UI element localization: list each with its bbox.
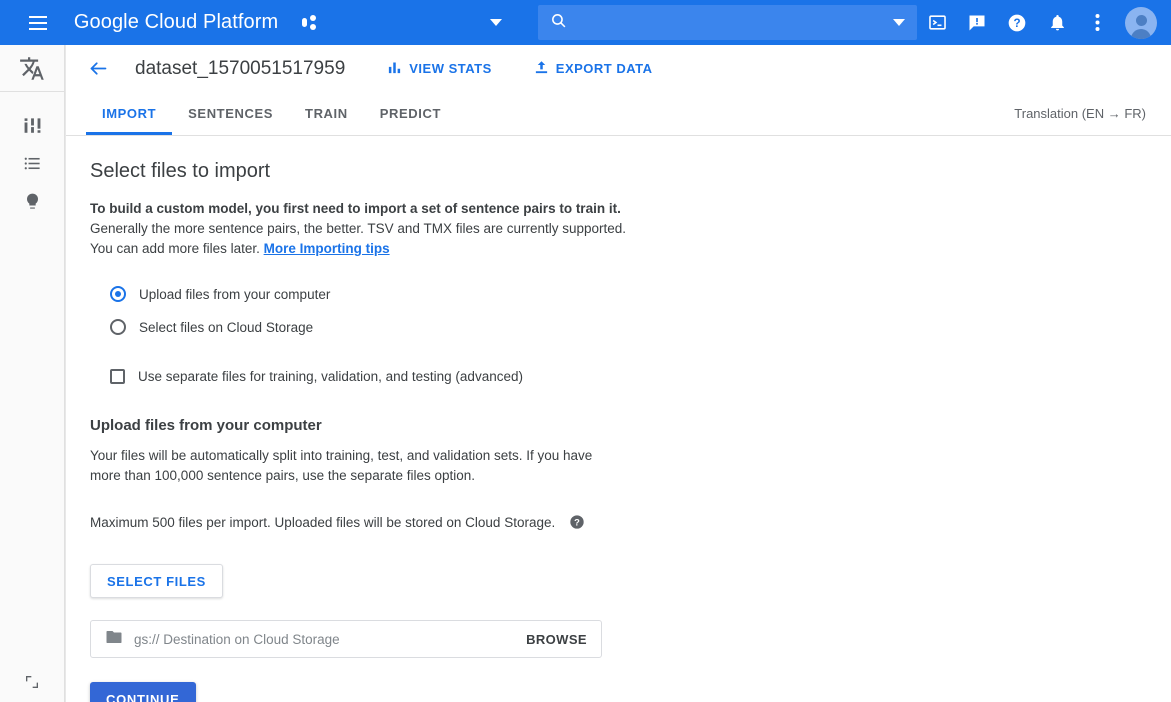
translate-icon[interactable] — [0, 45, 64, 92]
select-files-button[interactable]: SELECT FILES — [90, 564, 223, 598]
help-circle-icon[interactable]: ? — [569, 514, 585, 530]
hamburger-menu-icon[interactable] — [14, 0, 62, 45]
rail-item-list — [0, 92, 64, 220]
continue-button[interactable]: CONTINUE — [90, 682, 196, 702]
svg-text:?: ? — [574, 517, 580, 527]
page-heading: Select files to import — [90, 160, 1171, 183]
browse-button[interactable]: BROWSE — [526, 632, 587, 647]
description-line-3: You can add more files later. More Impor… — [90, 239, 1171, 259]
radio-select-cloud-storage[interactable]: Select files on Cloud Storage — [110, 314, 1171, 340]
search-icon — [550, 12, 567, 34]
search-input[interactable] — [577, 15, 893, 31]
max-files-note: Maximum 500 files per import. Uploaded f… — [90, 514, 1171, 530]
upload-icon — [534, 60, 549, 78]
avatar-head — [1136, 15, 1147, 26]
search-bar[interactable] — [538, 5, 917, 40]
description-line-2: Generally the more sentence pairs, the b… — [90, 219, 1171, 239]
back-arrow-icon[interactable] — [86, 57, 110, 81]
brand-title[interactable]: Google Cloud Platform — [74, 11, 278, 34]
tab-import[interactable]: IMPORT — [86, 92, 172, 135]
section-heading: Upload files from your computer — [90, 417, 1171, 434]
tab-sentences[interactable]: SENTENCES — [172, 92, 289, 135]
view-stats-button[interactable]: VIEW STATS — [387, 60, 492, 78]
view-stats-label: VIEW STATS — [409, 61, 492, 76]
more-options-icon[interactable] — [1077, 0, 1117, 45]
description-line-3-text: You can add more files later. — [90, 241, 264, 256]
radio-select-cloud-storage-control[interactable] — [110, 319, 126, 335]
top-app-bar: Google Cloud Platform — [0, 0, 1171, 45]
feedback-icon[interactable] — [957, 0, 997, 45]
bar-chart-icon — [387, 60, 402, 78]
avatar-body — [1131, 29, 1151, 39]
project-selector-icon[interactable] — [300, 13, 320, 33]
radio-upload-from-computer-label: Upload files from your computer — [139, 287, 330, 302]
project-dot — [310, 15, 316, 21]
section-paragraph-line-1: Your files will be automatically split i… — [90, 446, 1171, 466]
export-data-button[interactable]: EXPORT DATA — [534, 60, 653, 78]
tab-bar: IMPORT SENTENCES TRAIN PREDICT Translati… — [66, 92, 1171, 136]
project-dot — [302, 18, 307, 27]
avatar[interactable] — [1117, 7, 1157, 39]
collapse-arrow-icon[interactable] — [0, 662, 64, 702]
topbar-icon-group: ? — [917, 0, 1171, 45]
gcs-destination-placeholder[interactable]: gs:// Destination on Cloud Storage — [134, 632, 526, 647]
project-dropdown-caret-icon[interactable] — [490, 19, 502, 26]
sidebar-item-datasets[interactable] — [0, 144, 64, 182]
main-panel: Select files to import To build a custom… — [66, 136, 1171, 702]
tab-train[interactable]: TRAIN — [289, 92, 364, 135]
description-line-1: To build a custom model, you first need … — [90, 199, 1171, 219]
checkbox-separate-files-label: Use separate files for training, validat… — [138, 369, 523, 384]
hamburger-line — [29, 22, 47, 24]
tab-predict[interactable]: PREDICT — [364, 92, 457, 135]
gcs-destination-field[interactable]: gs:// Destination on Cloud Storage BROWS… — [90, 620, 602, 658]
page-header: dataset_1570051517959 VIEW STATS EXPORT … — [66, 45, 1171, 92]
folder-icon — [105, 628, 123, 651]
description-block: To build a custom model, you first need … — [90, 199, 1171, 259]
max-files-note-text: Maximum 500 files per import. Uploaded f… — [90, 515, 555, 530]
hamburger-line — [29, 28, 47, 30]
section-paragraph-line-2: more than 100,000 sentence pairs, use th… — [90, 466, 1171, 486]
more-importing-tips-link[interactable]: More Importing tips — [264, 241, 390, 256]
checkbox-separate-files[interactable]: Use separate files for training, validat… — [110, 363, 1171, 389]
export-data-label: EXPORT DATA — [556, 61, 653, 76]
content-area: dataset_1570051517959 VIEW STATS EXPORT … — [65, 45, 1171, 702]
left-rail — [0, 45, 65, 702]
radio-select-cloud-storage-label: Select files on Cloud Storage — [139, 320, 313, 335]
avatar-circle[interactable] — [1125, 7, 1157, 39]
page-title: dataset_1570051517959 — [135, 58, 345, 80]
svg-text:?: ? — [1013, 17, 1020, 30]
sidebar-item-dashboard[interactable] — [0, 106, 64, 144]
cloud-shell-icon[interactable] — [917, 0, 957, 45]
section-paragraph: Your files will be automatically split i… — [90, 446, 1171, 486]
radio-upload-from-computer[interactable]: Upload files from your computer — [110, 281, 1171, 307]
search-dropdown-caret-icon[interactable] — [893, 19, 905, 26]
sidebar-item-tips[interactable] — [0, 182, 64, 220]
project-dot — [310, 24, 316, 30]
hamburger-line — [29, 16, 47, 18]
radio-upload-from-computer-control[interactable] — [110, 286, 126, 302]
dataset-type-label: Translation (EN → FR) — [1014, 92, 1171, 135]
source-radio-group: Upload files from your computer Select f… — [90, 281, 1171, 340]
notifications-bell-icon[interactable] — [1037, 0, 1077, 45]
help-icon[interactable]: ? — [997, 0, 1037, 45]
checkbox-separate-files-control[interactable] — [110, 369, 125, 384]
